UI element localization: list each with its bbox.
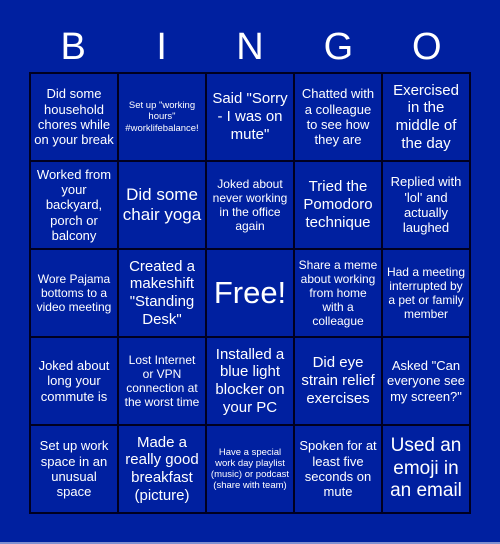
bingo-header: B I N G O [29,22,471,72]
bingo-cell[interactable]: Set up work space in an unusual space [30,425,118,513]
bingo-cell[interactable]: Chatted with a colleague to see how they… [294,73,382,161]
header-letter-b: B [60,26,86,68]
bingo-cell[interactable]: Joked about never working in the office … [206,161,294,249]
bingo-cell[interactable]: Did eye strain relief exercises [294,337,382,425]
header-letter-g: G [323,26,354,68]
bingo-cell[interactable]: Tried the Pomodoro technique [294,161,382,249]
bingo-cell[interactable]: Joked about long your commute is [30,337,118,425]
bingo-cell[interactable]: Exercised in the middle of the day [382,73,470,161]
bingo-board: Did some household chores while on your … [29,72,471,514]
bingo-cell[interactable]: Worked from your backyard, porch or balc… [30,161,118,249]
bingo-cell[interactable]: Installed a blue light blocker on your P… [206,337,294,425]
bingo-cell[interactable]: Have a special work day playlist (music)… [206,425,294,513]
free-space-cell[interactable]: Free! [206,249,294,337]
header-letter-n: N [236,26,264,68]
header-letter-o: O [412,26,442,68]
bingo-cell[interactable]: Had a meeting interrupted by a pet or fa… [382,249,470,337]
bingo-cell[interactable]: Wore Pajama bottoms to a video meeting [30,249,118,337]
bingo-cell[interactable]: Asked "Can everyone see my screen?" [382,337,470,425]
bingo-cell[interactable]: Created a makeshift "Standing Desk" [118,249,206,337]
bingo-cell[interactable]: Spoken for at least five seconds on mute [294,425,382,513]
bingo-cell[interactable]: Replied with 'lol' and actually laughed [382,161,470,249]
bingo-cell[interactable]: Lost Internet or VPN connection at the w… [118,337,206,425]
header-letter-i: I [156,26,167,68]
bingo-cell[interactable]: Said "Sorry - I was on mute" [206,73,294,161]
bingo-cell[interactable]: Set up "working hours" #worklifebalance! [118,73,206,161]
bingo-cell[interactable]: Did some chair yoga [118,161,206,249]
bingo-cell[interactable]: Used an emoji in an email [382,425,470,513]
bingo-cell[interactable]: Share a meme about working from home wit… [294,249,382,337]
bingo-cell[interactable]: Did some household chores while on your … [30,73,118,161]
bingo-cell[interactable]: Made a really good breakfast (picture) [118,425,206,513]
